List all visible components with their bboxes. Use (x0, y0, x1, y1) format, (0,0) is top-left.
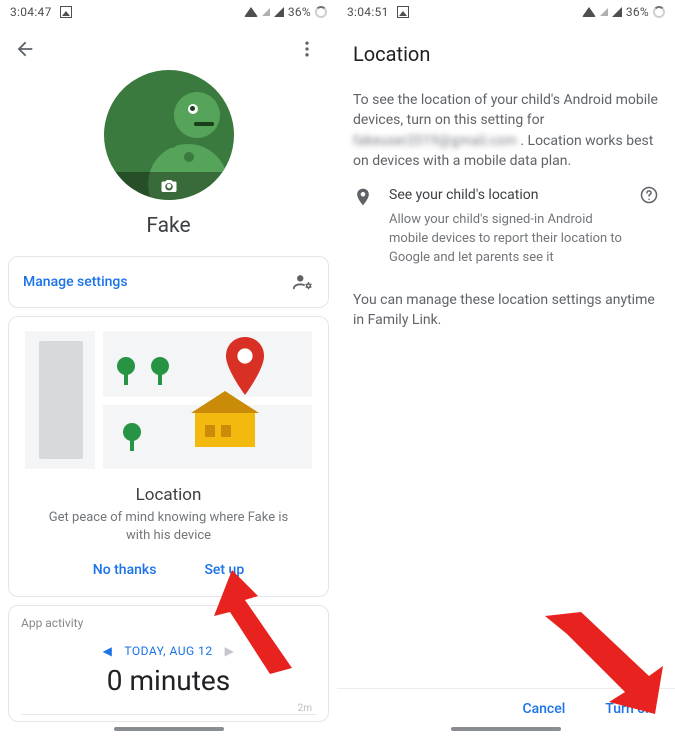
see-location-title: See your child's location (389, 185, 625, 205)
overflow-menu-button[interactable] (297, 39, 323, 59)
signal-sim2-icon (612, 7, 622, 17)
child-email-blurred: fakeuser2019@gmail.com (353, 133, 517, 149)
status-time: 3:04:51 (347, 5, 389, 19)
turn-on-button[interactable]: Turn on (605, 701, 653, 717)
app-activity-card[interactable]: App activity ◀ TODAY, AUG 12 ▶ 0 minutes… (8, 605, 329, 722)
activity-date[interactable]: TODAY, AUG 12 (124, 644, 212, 658)
cancel-button[interactable]: Cancel (522, 701, 565, 717)
map-pin-icon (223, 337, 267, 395)
location-intro-para: To see the location of your child's Andr… (353, 90, 659, 171)
wifi-icon (582, 7, 596, 17)
sync-spinner-icon (315, 6, 327, 18)
see-location-note: See your child's location Allow your chi… (353, 185, 659, 268)
wifi-icon (244, 7, 258, 17)
gesture-nav-bar[interactable] (0, 721, 337, 737)
camera-icon (160, 177, 178, 195)
activity-axis-tick: 2m (21, 703, 316, 715)
no-thanks-button[interactable]: No thanks (93, 562, 157, 578)
prev-day-button[interactable]: ◀ (103, 644, 113, 658)
location-pin-icon (353, 187, 375, 268)
location-body: To see the location of your child's Andr… (337, 90, 675, 331)
location-setup-card: Location Get peace of mind knowing where… (8, 316, 329, 597)
people-gear-icon (292, 271, 314, 293)
app-activity-label: App activity (21, 616, 316, 630)
location-card-subtitle: Get peace of mind knowing where Fake is … (43, 509, 294, 544)
app-bar (0, 24, 337, 64)
status-bar: 3:04:47 36% (0, 0, 337, 24)
location-permission-screen: 3:04:51 36% Location To see the location… (337, 0, 675, 737)
location-illustration (25, 331, 312, 469)
back-button[interactable] (14, 38, 36, 60)
edit-photo-strip[interactable] (104, 172, 234, 200)
signal-sim1-icon (262, 8, 270, 16)
manage-settings-card[interactable]: Manage settings (8, 256, 329, 308)
child-name: Fake (0, 214, 337, 238)
manage-note-para: You can manage these location settings a… (353, 290, 659, 331)
profile-section: Fake (0, 70, 337, 238)
status-battery: 36% (288, 5, 311, 19)
screenshot-notif-icon (397, 6, 409, 18)
activity-total: 0 minutes (21, 664, 316, 697)
dialog-action-bar: Cancel Turn on (337, 688, 675, 723)
screenshot-notif-icon (60, 6, 72, 18)
gesture-nav-bar[interactable] (337, 721, 675, 737)
next-day-button[interactable]: ▶ (225, 644, 235, 658)
set-up-button[interactable]: Set up (204, 562, 244, 578)
signal-sim1-icon (600, 8, 608, 16)
page-title: Location (353, 42, 659, 66)
child-avatar[interactable] (104, 70, 234, 200)
see-location-desc: Allow your child's signed-in Android mob… (389, 211, 625, 268)
sync-spinner-icon (653, 6, 665, 18)
help-button[interactable] (639, 185, 659, 211)
status-battery: 36% (626, 5, 649, 19)
app-bar: Location (337, 24, 675, 72)
activity-date-nav: ◀ TODAY, AUG 12 ▶ (21, 644, 316, 658)
family-link-profile-screen: 3:04:47 36% Fake (0, 0, 337, 737)
status-bar: 3:04:51 36% (337, 0, 675, 24)
location-card-title: Location (19, 485, 318, 505)
status-time: 3:04:47 (10, 5, 52, 19)
signal-sim2-icon (274, 7, 284, 17)
manage-settings-link[interactable]: Manage settings (23, 274, 128, 290)
